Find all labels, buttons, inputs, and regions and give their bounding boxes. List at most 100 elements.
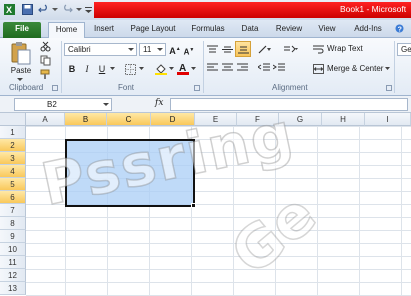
paste-button[interactable]: Paste	[8, 64, 34, 78]
number-format-value: Ge	[401, 45, 411, 54]
row-header-12[interactable]: 12	[0, 269, 26, 282]
tab-review[interactable]: Review	[272, 22, 306, 38]
align-bottom-button[interactable]	[235, 41, 251, 57]
tab-home[interactable]: Home	[48, 22, 85, 39]
row-header-2[interactable]: 2	[0, 139, 26, 152]
number-format-combo[interactable]: Ge	[397, 43, 411, 56]
help-icon[interactable]: ?	[395, 24, 404, 33]
window-title: Book1 - Microsoft	[340, 4, 407, 14]
copy-icon[interactable]	[40, 55, 51, 66]
alignment-launcher-icon[interactable]	[386, 85, 392, 91]
grow-font-icon[interactable]: A▲	[169, 42, 181, 56]
column-header-h[interactable]: H	[322, 113, 365, 126]
underline-dropdown-icon[interactable]	[110, 67, 115, 71]
align-center-icon[interactable]	[222, 63, 233, 72]
align-top-icon[interactable]	[207, 45, 218, 54]
fill-color-dropdown-icon[interactable]	[169, 67, 174, 71]
worksheet-grid: A B C D E F G H I 1 2 3 4 5 6 7 8 9 10 1…	[0, 113, 411, 296]
column-header-a[interactable]: A	[26, 113, 65, 126]
underline-icon[interactable]: U	[96, 62, 108, 76]
clipboard-group-label: Clipboard	[9, 83, 44, 92]
column-header-g[interactable]: G	[279, 113, 322, 126]
font-name-value: Calibri	[68, 45, 91, 54]
indent-direction-icon[interactable]	[284, 44, 298, 55]
save-icon[interactable]	[22, 4, 33, 15]
tab-view[interactable]: View	[314, 22, 340, 38]
column-header-i[interactable]: I	[365, 113, 411, 126]
column-header-e[interactable]: E	[195, 113, 237, 126]
shrink-font-icon[interactable]: A▼	[183, 43, 195, 57]
title-bar: X Book1 - Microsoft	[0, 0, 411, 20]
column-header-c[interactable]: C	[107, 113, 151, 126]
row-header-5[interactable]: 5	[0, 178, 26, 191]
row-header-9[interactable]: 9	[0, 230, 26, 243]
font-color-dropdown-icon[interactable]	[191, 67, 196, 71]
tab-add-ins[interactable]: Add-Ins	[350, 22, 386, 38]
undo-icon[interactable]	[38, 4, 49, 15]
formula-input[interactable]	[170, 98, 408, 111]
group-separator	[61, 41, 62, 93]
row-header-1[interactable]: 1	[0, 126, 26, 139]
row-header-4[interactable]: 4	[0, 165, 26, 178]
merge-center-icon	[313, 64, 324, 74]
font-group-label: Font	[118, 83, 135, 92]
row-header-3[interactable]: 3	[0, 152, 26, 165]
font-launcher-icon[interactable]	[194, 85, 200, 91]
paste-icon[interactable]	[10, 41, 32, 65]
name-box-dropdown[interactable]	[101, 99, 109, 110]
paste-dropdown-icon[interactable]	[17, 78, 23, 82]
customize-toolbar-icon[interactable]	[85, 4, 92, 15]
borders-dropdown-icon[interactable]	[139, 67, 144, 71]
tab-formulas[interactable]: Formulas	[186, 22, 230, 38]
column-header-f[interactable]: F	[237, 113, 279, 126]
tab-data[interactable]: Data	[236, 22, 264, 38]
selected-range[interactable]	[65, 139, 195, 207]
increase-indent-icon[interactable]	[273, 63, 285, 72]
column-header-d[interactable]: D	[151, 113, 195, 126]
row-header-7[interactable]: 7	[0, 204, 26, 217]
merge-center-label: Merge & Center	[327, 64, 384, 73]
row-header-13[interactable]: 13	[0, 282, 26, 295]
font-name-combo[interactable]: Calibri	[64, 43, 137, 56]
merge-center-button[interactable]: Merge & Center	[313, 62, 393, 76]
align-left-icon[interactable]	[207, 63, 218, 72]
row-header-10[interactable]: 10	[0, 243, 26, 256]
clipboard-launcher-icon[interactable]	[52, 85, 58, 91]
tab-page-layout[interactable]: Page Layout	[126, 22, 180, 38]
row-header-11[interactable]: 11	[0, 256, 26, 269]
cut-icon[interactable]	[40, 41, 51, 52]
format-painter-icon[interactable]	[40, 69, 51, 80]
group-separator	[394, 41, 395, 93]
ribbon-tabs: File Home Insert Page Layout Formulas Da…	[0, 20, 411, 39]
group-separator	[203, 41, 204, 93]
select-all-corner[interactable]	[0, 113, 26, 126]
alignment-group-label: Alignment	[272, 83, 308, 92]
tab-file[interactable]: File	[3, 22, 41, 38]
wrap-text-button[interactable]: Wrap Text	[313, 42, 373, 56]
chevron-down-icon	[128, 48, 134, 51]
name-box[interactable]: B2	[14, 98, 112, 111]
fill-handle[interactable]	[191, 203, 196, 208]
font-color-icon[interactable]: A	[177, 62, 189, 75]
fill-color-icon[interactable]	[155, 63, 167, 75]
merge-dropdown-icon	[385, 67, 390, 70]
column-header-b[interactable]: B	[65, 113, 107, 126]
align-middle-icon[interactable]	[222, 45, 233, 54]
row-header-8[interactable]: 8	[0, 217, 26, 230]
align-bottom-icon	[238, 46, 249, 54]
name-box-value: B2	[47, 100, 57, 109]
orientation-icon[interactable]	[258, 44, 272, 55]
decrease-indent-icon[interactable]	[258, 63, 270, 72]
insert-function-button[interactable]: fx	[155, 98, 163, 108]
italic-icon[interactable]: I	[81, 62, 93, 76]
bold-icon[interactable]: B	[66, 62, 78, 76]
row-header-6[interactable]: 6	[0, 191, 26, 204]
align-right-icon[interactable]	[237, 63, 248, 72]
wrap-text-label: Wrap Text	[327, 44, 363, 53]
redo-icon[interactable]	[62, 4, 73, 15]
undo-dropdown-icon[interactable]	[52, 4, 58, 15]
tab-insert[interactable]: Insert	[88, 22, 120, 38]
font-size-combo[interactable]: 11	[139, 43, 166, 56]
redo-dropdown-icon[interactable]	[76, 4, 82, 15]
borders-icon[interactable]	[125, 64, 136, 75]
